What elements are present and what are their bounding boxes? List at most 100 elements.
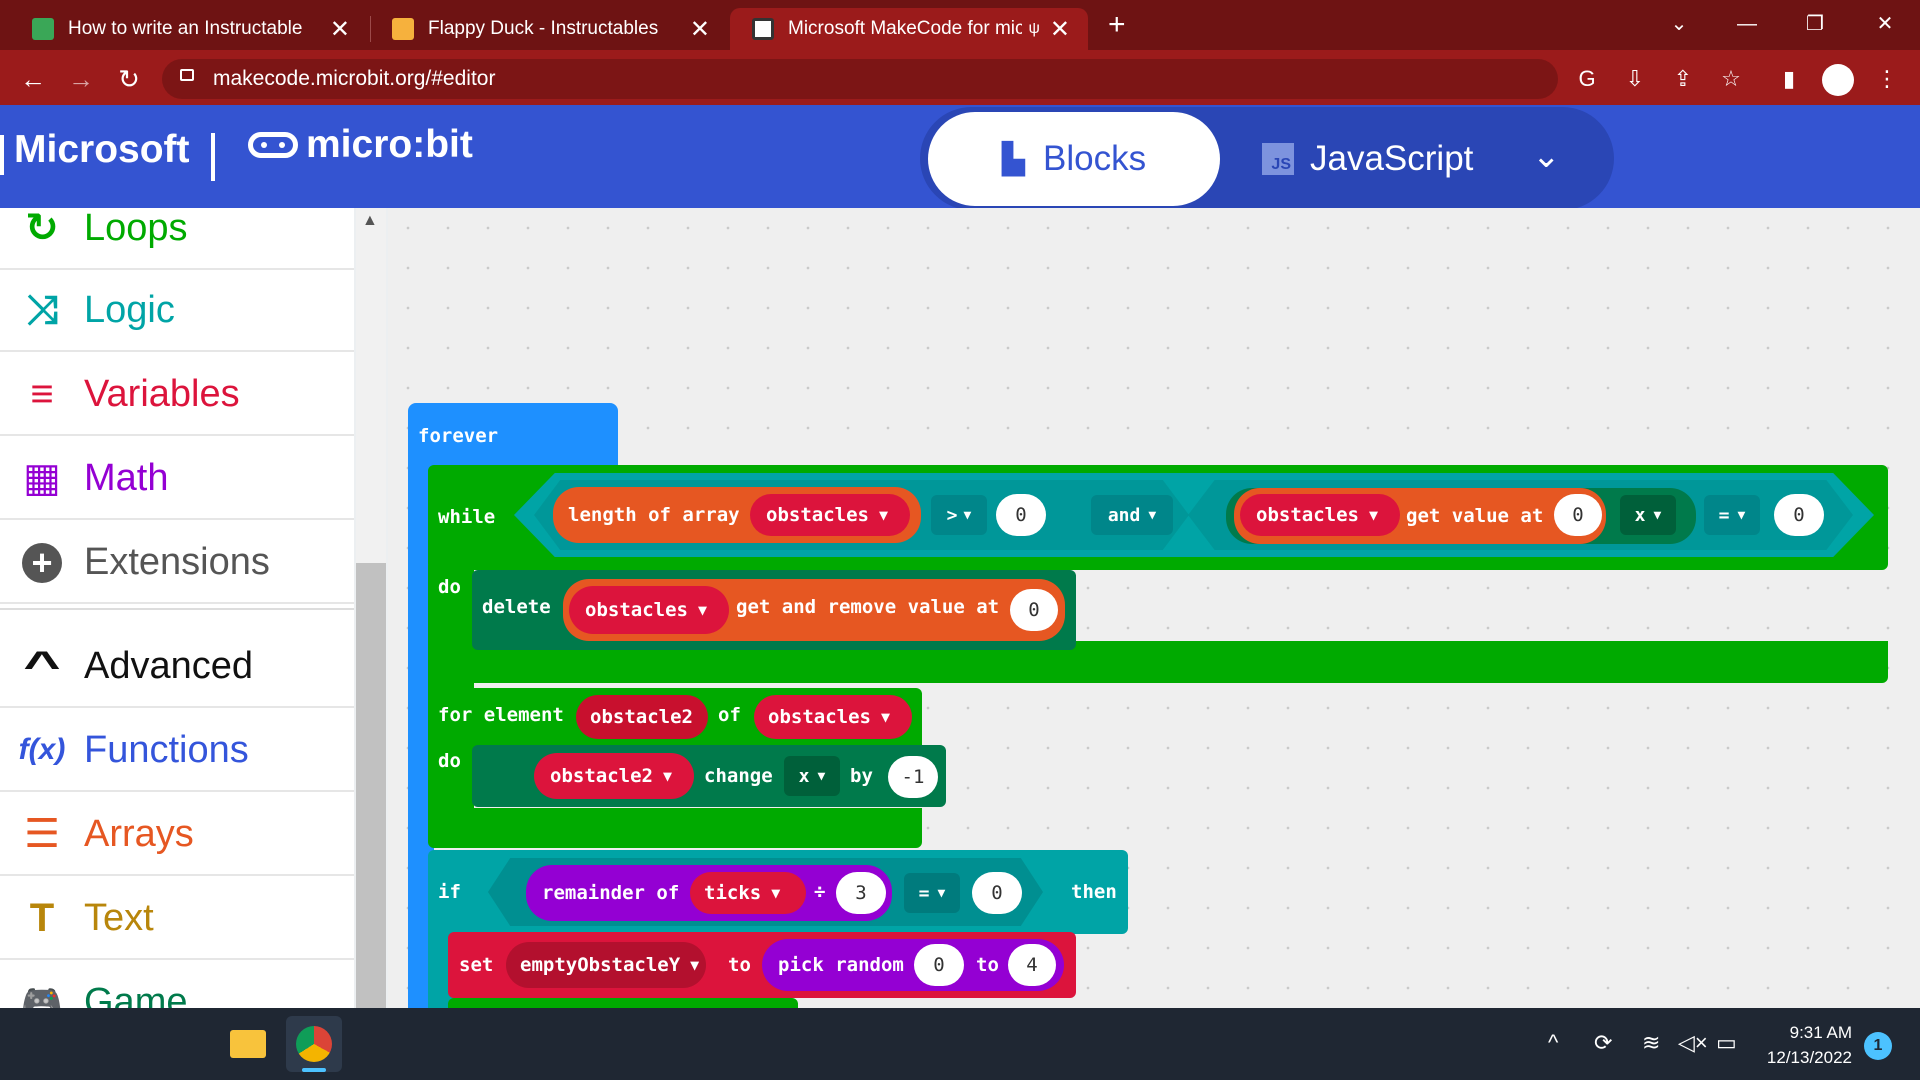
wifi-icon[interactable]: ≋ — [1642, 1030, 1660, 1056]
obstacles-variable-dropdown[interactable]: obstacles ▼ — [754, 695, 912, 739]
length-of-array-label: length of array — [568, 504, 740, 526]
side-panel-icon[interactable]: ▮ — [1772, 62, 1806, 96]
number-input-random-min[interactable]: 0 — [914, 944, 964, 986]
chevron-down-icon[interactable]: ⌄ — [1532, 136, 1561, 176]
scroll-up-arrow-icon[interactable]: ▲ — [362, 212, 378, 230]
for-element-label: for element — [438, 704, 564, 726]
tab-how-to-write[interactable]: How to write an Instructable ✕ — [10, 8, 368, 50]
close-tab-icon[interactable]: ✕ — [330, 15, 350, 44]
bookmark-star-icon[interactable]: ☆ — [1714, 62, 1748, 96]
toolbox-scroll-thumb[interactable] — [356, 563, 386, 1008]
close-tab-icon[interactable]: ✕ — [1050, 15, 1070, 44]
chrome-icon[interactable] — [286, 1016, 342, 1072]
install-app-icon[interactable]: ⇩ — [1618, 62, 1652, 96]
browser-menu-icon[interactable]: ⋮ — [1870, 62, 1904, 96]
sync-icon[interactable]: ⟳ — [1594, 1030, 1612, 1056]
sprite-property-dropdown[interactable]: x ▼ — [1620, 495, 1676, 535]
forever-label: forever — [418, 425, 499, 447]
number-input-random-max[interactable]: 4 — [1008, 944, 1056, 986]
variable-name: obstacles — [1256, 504, 1359, 526]
toolbox-category-arrays[interactable]: ☰ Arrays — [0, 794, 354, 876]
restore-icon[interactable]: ❐ — [1792, 6, 1838, 42]
number-input-zero[interactable]: 0 — [972, 872, 1022, 914]
blocks-workspace[interactable]: forever while do length of array obstacl… — [388, 208, 1920, 1008]
tab-search-icon[interactable]: ⌄ — [1656, 6, 1702, 42]
microsoft-logo[interactable]: Microsoft — [14, 128, 190, 172]
obstacle2-variable[interactable]: obstacle2 — [576, 695, 708, 739]
number-input-divisor[interactable]: 3 — [836, 872, 886, 914]
toolbox-category-variables[interactable]: ≡ Variables — [0, 354, 354, 436]
microbit-logo[interactable]: micro:bit — [248, 123, 473, 167]
variable-name: emptyObstacleY — [520, 954, 681, 976]
equals-operator-dropdown[interactable]: = ▼ — [1704, 495, 1760, 535]
tab-makecode[interactable]: Microsoft MakeCode for micro:bit ψ ✕ — [730, 8, 1088, 50]
google-icon[interactable]: G — [1570, 62, 1604, 96]
microbit-logo-icon — [248, 132, 298, 158]
forward-icon[interactable]: → — [64, 62, 98, 96]
number-input-change-amount[interactable]: -1 — [888, 756, 938, 798]
reload-icon[interactable]: ↻ — [112, 62, 146, 96]
obstacles-variable-dropdown[interactable]: obstacles ▼ — [750, 494, 910, 536]
obstacles-variable-dropdown[interactable]: obstacles ▼ — [569, 586, 729, 634]
clock-date: 12/13/2022 — [1766, 1048, 1852, 1067]
javascript-label: JavaScript — [1310, 139, 1474, 178]
compare-operator-dropdown[interactable]: > ▼ — [931, 495, 987, 535]
toolbox-divider — [0, 608, 354, 618]
blocks-button[interactable]: ▙ Blocks — [928, 112, 1220, 206]
dropdown-arrow-icon: ▼ — [697, 601, 707, 619]
blocks-label: Blocks — [1042, 139, 1147, 178]
variables-icon: ≡ — [30, 371, 54, 416]
divide-label: ÷ — [814, 881, 826, 903]
number-input-index[interactable]: 0 — [1554, 494, 1602, 536]
ticks-variable-dropdown[interactable]: ticks ▼ — [690, 872, 806, 914]
profile-avatar[interactable] — [1822, 64, 1854, 96]
toolbox-category-text[interactable]: T Text — [0, 878, 354, 960]
by-label: by — [850, 765, 873, 787]
toolbox-category-loops[interactable]: ↻ Loops — [0, 208, 354, 270]
toolbox-advanced-toggle[interactable]: ^ Advanced — [0, 626, 354, 708]
if-label: if — [438, 881, 461, 903]
emptyobstacley-variable-dropdown[interactable]: emptyObstacleY ▼ — [506, 942, 706, 988]
category-label: Math — [84, 456, 169, 499]
file-explorer-icon[interactable] — [220, 1016, 276, 1072]
tab-title: How to write an Instructable — [68, 18, 303, 39]
close-tab-icon[interactable]: ✕ — [690, 15, 710, 44]
dropdown-arrow-icon: ▼ — [771, 884, 781, 902]
battery-icon[interactable]: ▭ — [1716, 1030, 1737, 1056]
show-hidden-icons-icon[interactable]: ^ — [1548, 1030, 1558, 1056]
tab-flappy-duck[interactable]: Flappy Duck - Instructables ✕ — [370, 8, 728, 50]
category-label: Text — [84, 896, 154, 939]
calculator-icon: ▦ — [23, 456, 61, 500]
number-input-index[interactable]: 0 — [1010, 589, 1058, 631]
obstacle2-variable-dropdown[interactable]: obstacle2 ▼ — [534, 753, 694, 799]
text-icon: T — [29, 895, 55, 940]
toolbox-category-math[interactable]: ▦ Math — [0, 438, 354, 520]
variable-name: obstacles — [768, 706, 871, 728]
sprite-property-dropdown[interactable]: x ▼ — [784, 756, 840, 796]
minimize-icon[interactable]: — — [1724, 6, 1770, 42]
volume-muted-icon[interactable]: ◁× — [1678, 1030, 1708, 1056]
toolbox-category-functions[interactable]: f(x) Functions — [0, 710, 354, 792]
toolbox-category-logic[interactable]: ⤨ Logic — [0, 270, 354, 352]
toolbox-category-game[interactable]: 🎮 Game — [0, 962, 354, 1009]
next-statement-block[interactable] — [448, 998, 798, 1008]
category-label: Game — [84, 980, 188, 1009]
javascript-button[interactable]: JS JavaScript — [1262, 112, 1473, 206]
and-operator-dropdown[interactable]: and ▼ — [1091, 495, 1173, 535]
number-input-zero[interactable]: 0 — [996, 494, 1046, 536]
toolbox-category-extensions[interactable]: + Extensions — [0, 522, 354, 604]
number-input-zero[interactable]: 0 — [1774, 494, 1824, 536]
equals-operator-dropdown[interactable]: = ▼ — [904, 873, 960, 913]
notification-badge[interactable]: 1 — [1864, 1032, 1892, 1060]
url-text[interactable]: makecode.microbit.org/#editor — [213, 59, 495, 99]
logic-shuffle-icon: ⤨ — [26, 287, 58, 332]
microbit-logo-text: micro:bit — [306, 123, 473, 166]
puzzle-piece-icon: ▙ — [1001, 142, 1025, 176]
for-element-bottom — [428, 808, 922, 848]
obstacles-variable-dropdown[interactable]: obstacles ▼ — [1240, 494, 1400, 536]
system-clock[interactable]: 9:31 AM 12/13/2022 — [1746, 1020, 1852, 1070]
close-window-icon[interactable]: ✕ — [1862, 6, 1908, 42]
back-icon[interactable]: ← — [16, 62, 50, 96]
share-icon[interactable]: ⇪ — [1666, 62, 1700, 96]
new-tab-button[interactable]: + — [1108, 8, 1126, 42]
